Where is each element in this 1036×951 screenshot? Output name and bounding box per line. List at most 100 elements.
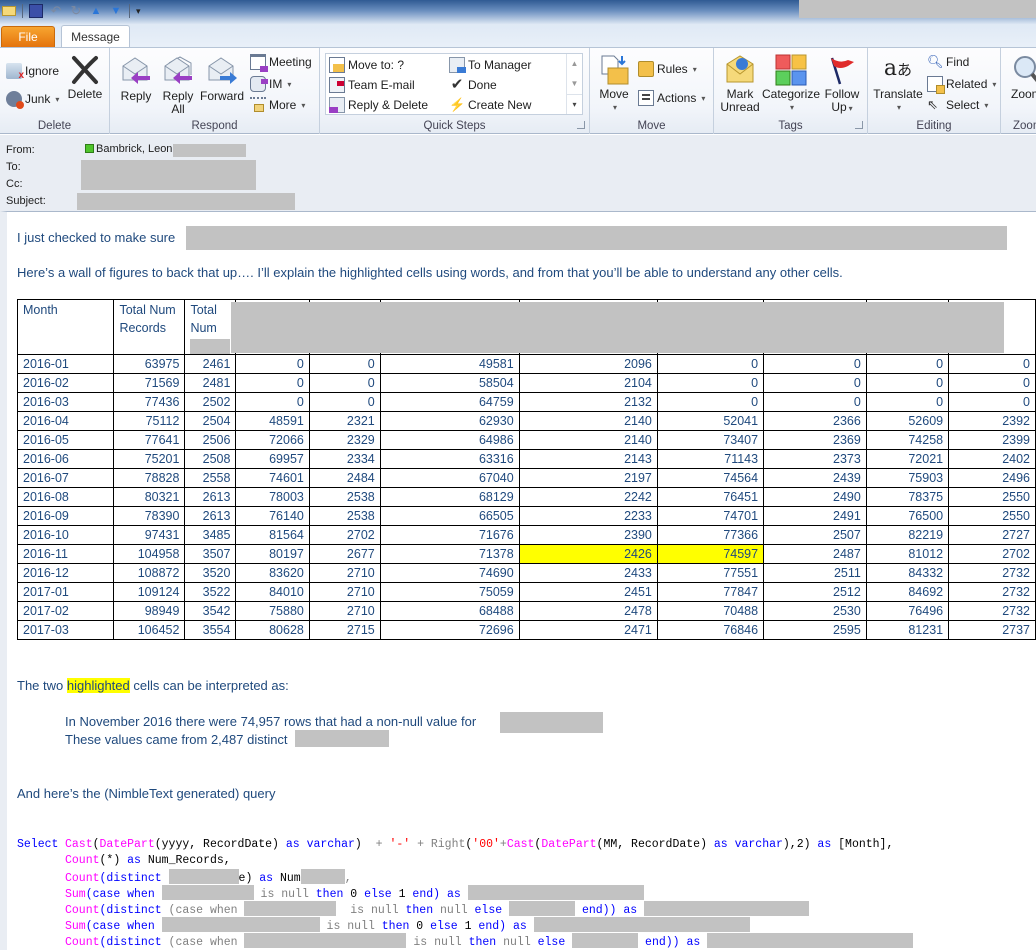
query-intro-text: And here’s the (NimbleText generated) qu… (17, 786, 276, 801)
related-button[interactable]: Related ▾ (927, 75, 996, 94)
previous-item-icon[interactable]: ▲ (89, 4, 103, 18)
value-cell: 2677 (308, 544, 381, 564)
quick-step-label: Move to: ? (348, 58, 405, 72)
more-respond-button[interactable]: More ▾ (250, 96, 305, 114)
to-manager-icon (449, 57, 466, 73)
redacted-sql (572, 933, 639, 948)
sql-line-count-3: Count(distinct (case when is null then n… (65, 933, 914, 951)
follow-up-button[interactable]: Follow Up ▾ (822, 54, 862, 115)
value-cell: 3542 (184, 601, 237, 621)
value-cell: 3485 (184, 525, 237, 545)
junk-button[interactable]: Junk ▾ (6, 90, 59, 109)
value-cell: 63316 (379, 449, 520, 469)
undo-icon[interactable]: ↶ (49, 4, 63, 18)
categorize-button[interactable]: Categorize ▾ (762, 54, 820, 114)
redacted-column-name (500, 712, 603, 733)
mail-icon[interactable] (2, 6, 16, 16)
title-bar: ↶ ↻ ▲ ▼ ▾ (0, 0, 1036, 24)
scroll-up-icon[interactable]: ▲ (567, 54, 582, 74)
ignore-button[interactable]: x Ignore (6, 62, 59, 81)
meeting-icon (250, 54, 268, 72)
move-label: Move (599, 87, 629, 101)
redacted-window-title (799, 0, 1036, 18)
save-icon[interactable] (29, 4, 43, 18)
reply-button[interactable]: Reply (118, 56, 154, 103)
reply-all-button[interactable]: Reply All (160, 56, 196, 116)
qat-separator (22, 4, 23, 18)
message-body[interactable]: I just checked to make sure Here’s a wal… (0, 211, 1036, 950)
forward-button[interactable]: Forward (200, 56, 244, 103)
customize-qat-icon[interactable]: ▾ (136, 4, 144, 18)
redo-icon[interactable]: ↻ (69, 4, 83, 18)
table-row: 2017-01 109124 3522 84010 2710 75059 2451 77847… (16, 582, 1036, 602)
find-button[interactable]: 🔍︎ Find (927, 53, 969, 71)
select-button[interactable]: ⇖ Select ▾ (927, 96, 988, 114)
select-cursor-icon: ⇖ (927, 97, 938, 112)
quick-step-team-email[interactable]: Team E-mail (329, 76, 415, 94)
translate-button[interactable]: aあ Translate ▾ (872, 54, 924, 114)
sql-keyword: Select (17, 838, 59, 851)
value-cell: 67040 (379, 468, 520, 488)
redacted-entity-name (295, 730, 389, 747)
month-cell: 2016-01 (16, 354, 115, 374)
value-cell: 2538 (308, 487, 381, 507)
chevron-down-icon: ▾ (789, 103, 794, 112)
move-button[interactable]: Move ▾ (596, 54, 632, 114)
value-cell: 2140 (518, 430, 658, 450)
redacted-sql (467, 885, 644, 900)
zoom-button[interactable]: Zoom (1011, 54, 1036, 101)
rules-label: Rules (657, 62, 688, 76)
value-cell: 2732 (948, 563, 1036, 583)
meeting-button[interactable]: Meeting (250, 53, 312, 72)
gallery-expand-icon[interactable]: ▾ (567, 94, 582, 114)
value-cell: 97431 (113, 525, 186, 545)
team-email-icon (329, 77, 345, 93)
table-body: 2016-01 63975 2461 0 0 49581 2096 0 0 0 0 2016-02 71… (16, 354, 1036, 640)
quick-step-done[interactable]: ✔ Done (449, 76, 497, 94)
quick-step-move-to[interactable]: Move to: ? (329, 56, 404, 74)
value-cell: 74690 (379, 563, 520, 583)
delete-button[interactable]: Delete (67, 54, 103, 101)
redacted-sql (161, 917, 320, 932)
categorize-label: Categorize (761, 87, 821, 101)
highlighted-cell: 2426 (518, 544, 658, 564)
quick-step-reply-delete[interactable]: Reply & Delete (329, 96, 428, 114)
value-cell: 2233 (518, 506, 658, 526)
quick-step-create-new[interactable]: ⚡ Create New (449, 96, 531, 114)
interpretation-text: The two highlighted cells can be interpr… (17, 678, 289, 693)
value-cell: 3520 (184, 563, 237, 583)
quick-steps-scrollbar[interactable]: ▲ ▼ ▾ (566, 54, 582, 114)
value-cell: 76496 (865, 601, 950, 621)
tab-file[interactable]: File (1, 26, 55, 47)
mark-unread-button[interactable]: Mark Unread (718, 54, 762, 114)
value-cell: 2329 (308, 430, 381, 450)
cc-label: Cc: (6, 178, 23, 190)
value-cell: 2334 (308, 449, 381, 469)
table-row: 2016-06 75201 2508 69957 2334 63316 2143 71143 2… (16, 449, 1036, 469)
value-cell: 2530 (763, 601, 867, 621)
value-cell: 2143 (518, 449, 658, 469)
value-cell: 80628 (235, 620, 310, 640)
value-cell: 2478 (518, 601, 658, 621)
rules-button[interactable]: Rules ▾ (638, 60, 697, 78)
value-cell: 0 (763, 392, 867, 412)
value-cell: 71143 (656, 449, 765, 469)
im-button[interactable]: IM ▾ (250, 75, 291, 93)
value-cell: 2508 (184, 449, 237, 469)
value-cell: 0 (308, 373, 381, 393)
next-item-icon[interactable]: ▼ (109, 4, 123, 18)
quick-step-to-manager[interactable]: To Manager (449, 56, 531, 74)
zoom-label: Zoom (1011, 87, 1036, 101)
actions-button[interactable]: Actions ▾ (638, 89, 705, 107)
value-cell: 2390 (518, 525, 658, 545)
delete-x-icon (69, 54, 101, 86)
qat-separator (129, 4, 130, 18)
value-cell: 74701 (656, 506, 765, 526)
from-value[interactable]: Bambrick, Leon (85, 143, 172, 155)
tab-message[interactable]: Message (61, 25, 130, 48)
value-cell: 2369 (763, 430, 867, 450)
redacted-sql (644, 901, 810, 916)
value-cell: 0 (865, 354, 950, 374)
scroll-down-icon[interactable]: ▼ (567, 74, 582, 94)
sender-name[interactable]: Bambrick, Leon (96, 143, 172, 155)
